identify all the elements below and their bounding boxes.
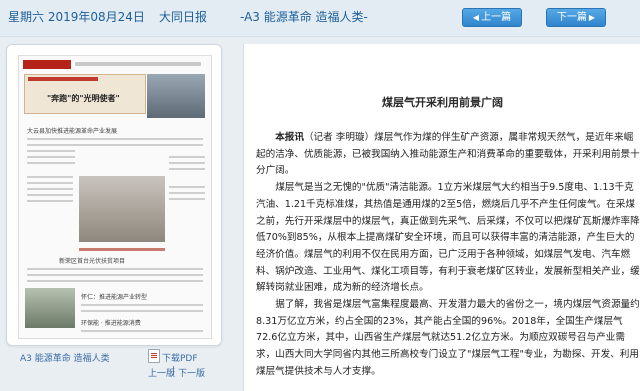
thumb-subhead: 环保能 · 推进能源消费 xyxy=(81,320,141,327)
thumb-text-line xyxy=(27,280,203,282)
thumb-text-line xyxy=(27,156,75,158)
prev-article-button[interactable]: ◀ 上一篇 xyxy=(462,8,522,27)
thumb-text-line xyxy=(27,162,75,164)
thumb-text-line xyxy=(27,144,203,146)
thumb-banner: "奔跑"的"光明使者" xyxy=(24,74,146,114)
next-article-button[interactable]: 下一篇 ▶ xyxy=(546,8,606,27)
pdf-icon[interactable] xyxy=(148,349,160,363)
thumb-text-line xyxy=(27,182,73,184)
thumb-text-line xyxy=(81,304,203,306)
newspaper-name[interactable]: 大同日报 xyxy=(159,8,207,25)
page-thumbnail-panel: "奔跑"的"光明使者" 大云县加快推进能源革命产业发展 新荣区首台光伏扶贫项目 … xyxy=(6,44,222,346)
issue-date: 星期六 2019年08月24日 xyxy=(8,10,145,24)
thumb-subhead: 新荣区首台光伏扶贫项目 xyxy=(59,258,126,265)
thumb-red-subhead xyxy=(79,248,165,251)
arrow-right-icon: ▶ xyxy=(588,13,596,22)
thumb-text-line xyxy=(27,176,73,178)
thumb-text-line xyxy=(27,188,73,190)
article-lead-tag: 本报讯 xyxy=(275,132,304,143)
article-paragraph: 据了解，我省是煤层气富集程度最高、开发潜力最大的省份之一，境内煤层气资源量约8.… xyxy=(256,299,640,377)
thumb-text-line xyxy=(27,200,73,202)
page-thumbnail[interactable]: "奔跑"的"光明使者" 大云县加快推进能源革命产业发展 新荣区首台光伏扶贫项目 … xyxy=(18,55,212,339)
thumb-subhead: 怀仁：推进能源产业转型 xyxy=(81,294,148,301)
thumb-banner-redline xyxy=(28,77,98,81)
thumb-subhead: 大云县加快推进能源革命产业发展 xyxy=(27,128,118,135)
thumb-text-line xyxy=(81,330,203,332)
thumb-text-line xyxy=(169,192,205,194)
thumb-text-line xyxy=(27,268,203,270)
page-caption-link[interactable]: A3 能源革命 造福人类 xyxy=(20,351,110,364)
thumb-text-line xyxy=(27,150,75,152)
prev-page-link[interactable]: 上一版 xyxy=(148,366,175,379)
page-link-separator: | xyxy=(172,366,176,376)
thumb-photo xyxy=(79,176,165,242)
next-article-label: 下一篇 xyxy=(556,12,587,23)
thumb-text-line xyxy=(169,186,205,188)
thumb-masthead-line xyxy=(75,62,201,66)
thumb-text-line xyxy=(169,198,205,200)
thumb-text-line xyxy=(169,162,205,164)
article-panel: 煤层气开采利用前景广阔 本报讯（记者 李明璇）煤层气作为煤的伴生矿产资源，属非常… xyxy=(243,44,640,391)
thumb-photo xyxy=(147,74,205,118)
article-paragraph: 本报讯（记者 李明璇）煤层气作为煤的伴生矿产资源，属非常规天然气，是近年来崛起的… xyxy=(256,130,640,180)
thumb-text-line xyxy=(169,168,205,170)
article-lead-text: （记者 李明璇）煤层气作为煤的伴生矿产资源，属非常规天然气，是近年来崛起的洁净、… xyxy=(256,132,640,177)
article-paragraph: 煤层气是当之无愧的"优质"清洁能源。1立方米煤层气大约相当于9.5度电、1.13… xyxy=(256,182,640,294)
thumb-text-line xyxy=(169,156,205,158)
thumb-headline: "奔跑"的"光明使者" xyxy=(47,94,120,103)
thumb-text-line xyxy=(81,310,203,312)
page-section[interactable]: -A3 能源革命 造福人类- xyxy=(240,8,368,25)
article-body: 本报讯（记者 李明璇）煤层气作为煤的伴生矿产资源，属非常规天然气，是近年来崛起的… xyxy=(256,130,640,381)
top-bar: 星期六 2019年08月24日 大同日报 -A3 能源革命 造福人类- ◀ 上一篇… xyxy=(0,0,640,37)
thumb-masthead xyxy=(23,60,71,69)
thumb-text-line xyxy=(27,194,73,196)
thumb-text-line xyxy=(27,274,203,276)
article-title: 煤层气开采利用前景广阔 xyxy=(382,96,503,109)
download-pdf-link[interactable]: 下载PDF xyxy=(162,351,198,364)
prev-article-label: 上一篇 xyxy=(481,12,512,23)
next-page-link[interactable]: 下一版 xyxy=(178,366,205,379)
thumb-photo xyxy=(25,288,75,328)
arrow-left-icon: ◀ xyxy=(472,13,480,22)
thumb-text-line xyxy=(27,138,203,140)
